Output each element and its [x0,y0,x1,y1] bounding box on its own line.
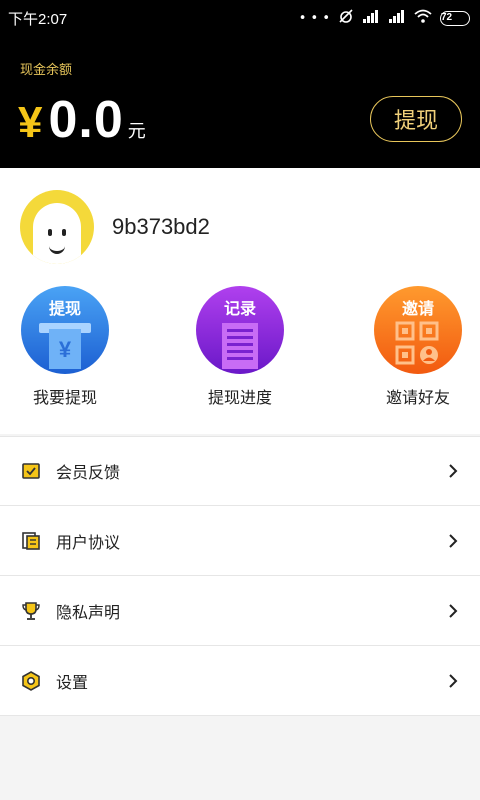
menu-item-feedback[interactable]: 会员反馈 [0,436,480,506]
chevron-right-icon [446,461,460,481]
chevron-right-icon [446,531,460,551]
balance-unit: 元 [127,121,146,142]
trophy-icon [20,600,42,622]
shortcut-tag: 记录 [223,299,256,318]
balance-label: 现金余额 [20,63,73,78]
battery-icon: 72 [440,10,470,26]
status-bar: 下午2:07 • • • 72 [0,0,480,36]
avatar-face-icon [33,203,81,264]
page-background [0,716,480,800]
avatar-eye-right [62,229,66,236]
invite-qr-icon: 邀请 [374,286,462,374]
shortcut-record[interactable]: 记录 提现进度 [175,286,305,416]
shortcut-label: 提现进度 [207,388,272,407]
withdraw-button[interactable]: 提现 [370,96,462,142]
avatar[interactable] [20,190,94,264]
menu-item-privacy[interactable]: 隐私声明 [0,576,480,646]
menu-item-agreement[interactable]: 用户协议 [0,506,480,576]
status-time: 下午2:07 [8,10,68,28]
shortcut-tag: 邀请 [401,299,434,318]
withdraw-icon: 提现 ¥ [21,286,109,374]
signal-icon [362,9,380,27]
menu-item-label: 用户协议 [56,532,121,552]
menu-item-label: 会员反馈 [56,463,121,482]
shortcut-withdraw[interactable]: 提现 ¥ 我要提现 [0,286,130,416]
avatar-eye-left [48,229,52,236]
shortcut-label: 我要提现 [32,388,97,407]
alarm-off-icon [338,8,354,28]
menu-item-label: 设置 [56,672,89,692]
menu-list: 会员反馈 用户协议 隐私声明 设置 [0,436,480,716]
status-icons: • • • 72 [299,8,470,28]
wifi-icon [414,9,432,27]
svg-text:¥: ¥ [59,337,72,362]
chevron-right-icon [446,671,460,691]
menu-item-label: 隐私声明 [56,602,121,622]
balance-row: ¥ 0.0 元 [18,90,146,150]
shortcut-tag: 提现 [48,299,81,318]
shortcut-label: 邀请好友 [385,388,450,407]
menu-item-settings[interactable]: 设置 [0,646,480,716]
shortcut-invite[interactable]: 邀请 邀请好友 [353,286,480,416]
chevron-right-icon [446,601,460,621]
username: 9b373bd2 [112,214,210,239]
header: 下午2:07 • • • 72 现金余额 ¥ 0.0 元 提现 [0,0,480,168]
currency-symbol: ¥ [18,98,43,147]
settings-icon [20,670,42,692]
document-icon [20,530,42,552]
notification-dots: • • • [298,10,330,26]
profile-section: 9b373bd2 提现 ¥ 我要提现 记录 提现进度 邀请 邀请好友 [0,168,480,434]
record-icon: 记录 [196,286,284,374]
signal-icon-2 [388,9,406,27]
balance-amount: 0.0 [48,91,124,149]
avatar-mouth [49,246,65,254]
feedback-icon [20,460,42,482]
